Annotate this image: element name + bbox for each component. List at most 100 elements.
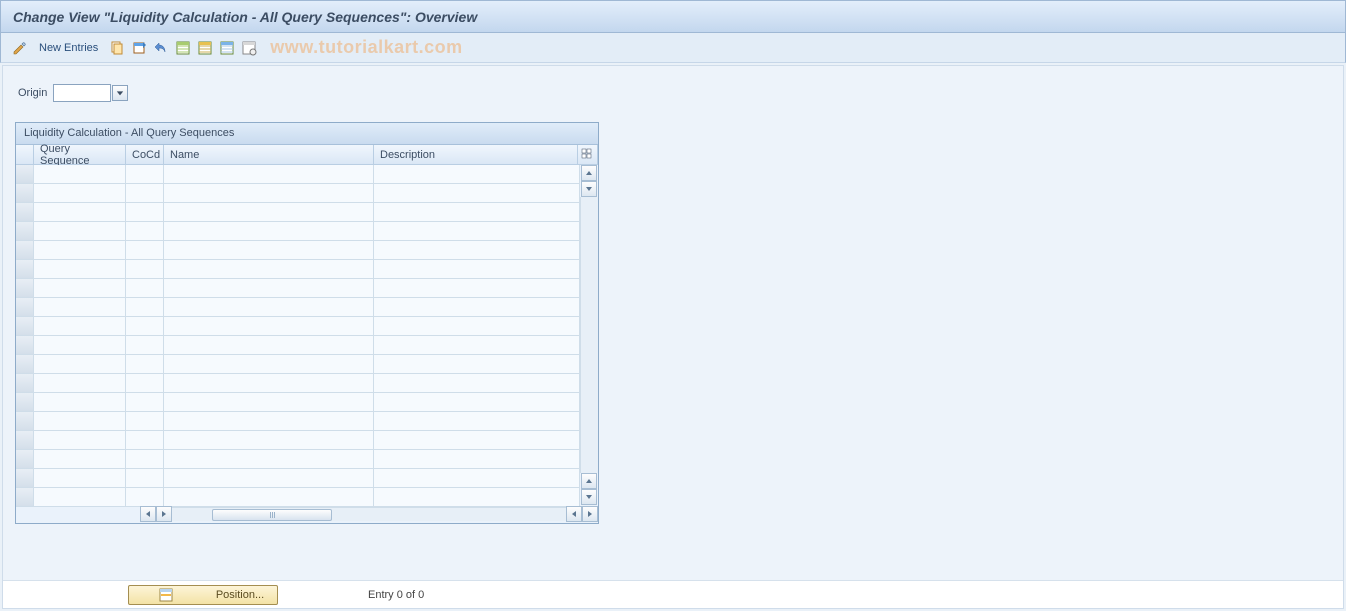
cell-cocd[interactable] [126,355,164,374]
cell-description[interactable] [374,184,580,203]
cell-description[interactable] [374,222,580,241]
table-row[interactable] [16,450,580,469]
scroll-left-button[interactable] [140,506,156,522]
origin-dropdown-button[interactable] [112,85,128,101]
table-row[interactable] [16,431,580,450]
copy-as-icon[interactable] [108,39,126,57]
table-row[interactable] [16,336,580,355]
row-selector-header[interactable] [16,145,34,165]
table-row[interactable] [16,393,580,412]
row-selector[interactable] [16,298,34,317]
scroll-right-button[interactable] [156,506,172,522]
cell-description[interactable] [374,450,580,469]
row-selector[interactable] [16,488,34,507]
row-selector[interactable] [16,450,34,469]
row-selector[interactable] [16,431,34,450]
horizontal-scrollbar[interactable] [16,505,598,523]
cell-query-sequence[interactable] [34,469,126,488]
cell-cocd[interactable] [126,298,164,317]
cell-name[interactable] [164,488,374,507]
cell-name[interactable] [164,431,374,450]
cell-name[interactable] [164,450,374,469]
cell-description[interactable] [374,412,580,431]
table-row[interactable] [16,412,580,431]
table-row[interactable] [16,241,580,260]
row-selector[interactable] [16,374,34,393]
cell-description[interactable] [374,469,580,488]
row-selector[interactable] [16,222,34,241]
cell-cocd[interactable] [126,317,164,336]
cell-description[interactable] [374,431,580,450]
cell-query-sequence[interactable] [34,317,126,336]
cell-description[interactable] [374,488,580,507]
scroll-down-button-2[interactable] [581,489,597,505]
table-row[interactable] [16,203,580,222]
cell-name[interactable] [164,317,374,336]
cell-description[interactable] [374,260,580,279]
cell-query-sequence[interactable] [34,241,126,260]
cell-description[interactable] [374,241,580,260]
origin-input[interactable] [53,84,111,102]
cell-description[interactable] [374,336,580,355]
cell-cocd[interactable] [126,488,164,507]
cell-description[interactable] [374,203,580,222]
position-button[interactable]: Position... [128,585,278,605]
table-row[interactable] [16,222,580,241]
table-row[interactable] [16,165,580,184]
row-selector[interactable] [16,203,34,222]
vertical-scroll-track[interactable] [580,197,598,473]
column-header-query-sequence[interactable]: Query Sequence [34,145,126,165]
row-selector[interactable] [16,412,34,431]
cell-cocd[interactable] [126,393,164,412]
undo-icon[interactable] [152,39,170,57]
cell-cocd[interactable] [126,241,164,260]
select-block-icon[interactable] [196,39,214,57]
cell-cocd[interactable] [126,222,164,241]
cell-cocd[interactable] [126,431,164,450]
cell-cocd[interactable] [126,279,164,298]
row-selector[interactable] [16,393,34,412]
cell-description[interactable] [374,165,580,184]
row-selector[interactable] [16,336,34,355]
cell-query-sequence[interactable] [34,355,126,374]
cell-cocd[interactable] [126,469,164,488]
cell-query-sequence[interactable] [34,165,126,184]
scroll-down-button[interactable] [581,181,597,197]
cell-query-sequence[interactable] [34,279,126,298]
cell-name[interactable] [164,184,374,203]
table-row[interactable] [16,279,580,298]
cell-query-sequence[interactable] [34,222,126,241]
toggle-change-icon[interactable] [11,39,29,57]
cell-name[interactable] [164,355,374,374]
cell-name[interactable] [164,279,374,298]
cell-query-sequence[interactable] [34,450,126,469]
deselect-all-icon[interactable] [218,39,236,57]
column-header-name[interactable]: Name [164,145,374,165]
table-row[interactable] [16,298,580,317]
cell-cocd[interactable] [126,203,164,222]
table-row[interactable] [16,355,580,374]
table-row[interactable] [16,374,580,393]
cell-name[interactable] [164,203,374,222]
cell-query-sequence[interactable] [34,298,126,317]
cell-name[interactable] [164,241,374,260]
cell-query-sequence[interactable] [34,374,126,393]
cell-name[interactable] [164,336,374,355]
column-header-description[interactable]: Description [374,145,578,165]
cell-description[interactable] [374,317,580,336]
table-row[interactable] [16,469,580,488]
horizontal-scroll-track[interactable] [172,507,566,521]
row-selector[interactable] [16,279,34,298]
cell-description[interactable] [374,374,580,393]
horizontal-scroll-thumb[interactable] [212,509,332,521]
table-row[interactable] [16,260,580,279]
cell-query-sequence[interactable] [34,203,126,222]
select-all-icon[interactable] [174,39,192,57]
cell-cocd[interactable] [126,412,164,431]
cell-query-sequence[interactable] [34,412,126,431]
vertical-scrollbar[interactable] [580,165,598,505]
cell-cocd[interactable] [126,184,164,203]
cell-description[interactable] [374,393,580,412]
scroll-left-button-2[interactable] [566,506,582,522]
column-header-cocd[interactable]: CoCd [126,145,164,165]
